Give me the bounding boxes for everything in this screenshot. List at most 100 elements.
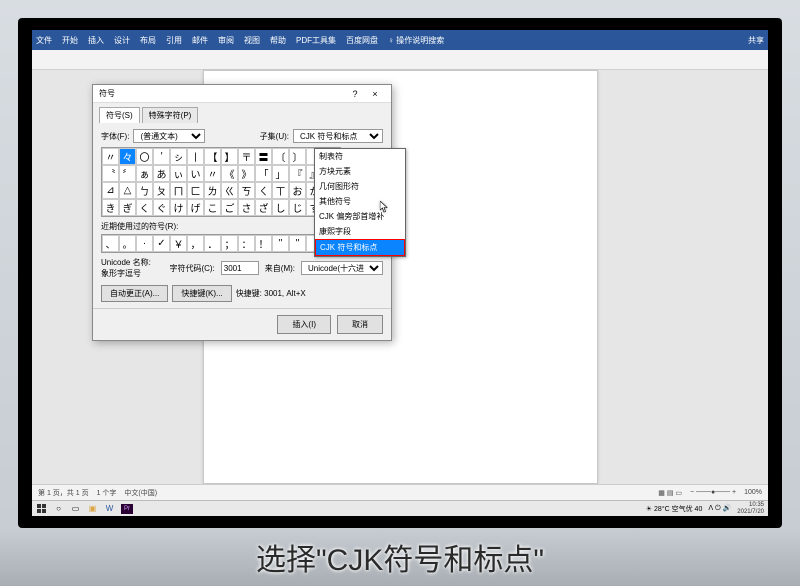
char-cell[interactable]: 〞 bbox=[119, 165, 136, 182]
char-cell[interactable]: 〃 bbox=[204, 165, 221, 182]
recent-char-cell[interactable]: " bbox=[272, 235, 289, 252]
ribbon-tab[interactable]: 邮件 bbox=[192, 35, 208, 46]
search-icon[interactable]: ○ bbox=[53, 503, 64, 514]
char-cell[interactable]: じ bbox=[289, 199, 306, 216]
dropdown-item[interactable]: 几何图形符 bbox=[315, 179, 405, 194]
ribbon-tab[interactable]: 布局 bbox=[140, 35, 156, 46]
zoom-slider[interactable]: − ───●─── + bbox=[690, 489, 736, 496]
char-cell[interactable]: ぐ bbox=[153, 199, 170, 216]
char-cell[interactable]: あ bbox=[153, 165, 170, 182]
char-cell[interactable]: ′ bbox=[153, 148, 170, 165]
char-cell[interactable]: 「 bbox=[255, 165, 272, 182]
char-cell[interactable]: ㄇ bbox=[170, 182, 187, 199]
char-cell[interactable]: ぁ bbox=[136, 165, 153, 182]
help-button[interactable]: ? bbox=[345, 89, 365, 99]
recent-char-cell[interactable]: · bbox=[136, 235, 153, 252]
recent-char-cell[interactable]: 、 bbox=[102, 235, 119, 252]
tab-special-chars[interactable]: 特殊字符(P) bbox=[142, 107, 199, 123]
char-cell[interactable]: 【 bbox=[204, 148, 221, 165]
character-grid[interactable]: 〃々〇′ㇱ丨【】〒〓〔〕〖〗〝〞ぁあぃい〃《》「」『』⊥⊿△ㄅㄆㄇㄈㄌㄍㄎㄑㄒお… bbox=[101, 147, 341, 217]
subset-dropdown[interactable]: 制表符 方块元素 几何图形符 其他符号 CJK 偏旁部首增补 康熙字段 CJK … bbox=[314, 148, 406, 257]
ribbon-tab[interactable]: 插入 bbox=[88, 35, 104, 46]
task-view-icon[interactable]: ▭ bbox=[70, 503, 81, 514]
char-cell[interactable]: ざ bbox=[255, 199, 272, 216]
char-cell[interactable]: 」 bbox=[272, 165, 289, 182]
premiere-icon[interactable]: Pr bbox=[121, 504, 133, 514]
char-cell[interactable]: 《 bbox=[221, 165, 238, 182]
dropdown-item-selected[interactable]: CJK 符号和标点 bbox=[315, 239, 405, 256]
char-cell[interactable]: げ bbox=[187, 199, 204, 216]
recent-char-cell[interactable]: ： bbox=[238, 235, 255, 252]
char-cell[interactable]: ご bbox=[221, 199, 238, 216]
zoom-level[interactable]: 100% bbox=[744, 489, 762, 496]
char-cell[interactable]: ぃ bbox=[170, 165, 187, 182]
char-cell[interactable]: き bbox=[102, 199, 119, 216]
char-cell[interactable]: 〓 bbox=[255, 148, 272, 165]
ribbon-tab[interactable]: 帮助 bbox=[270, 35, 286, 46]
dropdown-item[interactable]: 制表符 bbox=[315, 149, 405, 164]
recent-char-cell[interactable]: ✓ bbox=[153, 235, 170, 252]
shortcut-key-button[interactable]: 快捷键(K)... bbox=[172, 285, 231, 302]
char-cell[interactable]: 》 bbox=[238, 165, 255, 182]
char-cell[interactable]: 〔 bbox=[272, 148, 289, 165]
char-cell[interactable]: 丨 bbox=[187, 148, 204, 165]
cancel-button[interactable]: 取消 bbox=[337, 315, 383, 334]
ribbon-tab[interactable]: 引用 bbox=[166, 35, 182, 46]
font-select[interactable]: (普通文本) bbox=[133, 129, 205, 143]
char-cell[interactable]: ㄒ bbox=[272, 182, 289, 199]
char-cell[interactable]: 『 bbox=[289, 165, 306, 182]
ribbon-tab[interactable]: 文件 bbox=[36, 35, 52, 46]
tray-icons[interactable]: ᐱ ⏻ 🔊 bbox=[708, 504, 731, 513]
subset-select[interactable]: CJK 符号和标点 bbox=[293, 129, 383, 143]
recent-char-cell[interactable]: 。 bbox=[119, 235, 136, 252]
dropdown-item[interactable]: CJK 偏旁部首增补 bbox=[315, 209, 405, 224]
ribbon-tab[interactable]: 百度网盘 bbox=[346, 35, 378, 46]
recent-char-cell[interactable]: ． bbox=[204, 235, 221, 252]
char-cell[interactable]: け bbox=[170, 199, 187, 216]
char-cell[interactable]: ㄌ bbox=[204, 182, 221, 199]
char-cell[interactable]: ぎ bbox=[119, 199, 136, 216]
char-cell[interactable]: 〇 bbox=[136, 148, 153, 165]
ribbon-tab[interactable]: PDF工具集 bbox=[296, 35, 336, 46]
char-cell[interactable]: く bbox=[136, 199, 153, 216]
word-icon[interactable]: W bbox=[104, 503, 115, 514]
char-cell[interactable]: ㄎ bbox=[238, 182, 255, 199]
char-cell[interactable]: ㄈ bbox=[187, 182, 204, 199]
insert-button[interactable]: 插入(I) bbox=[277, 315, 331, 334]
char-cell[interactable]: ㄆ bbox=[153, 182, 170, 199]
tab-symbols[interactable]: 符号(S) bbox=[99, 107, 140, 123]
char-cell[interactable]: さ bbox=[238, 199, 255, 216]
char-cell[interactable]: 々 bbox=[119, 148, 136, 165]
start-button[interactable] bbox=[36, 503, 47, 514]
recent-char-cell[interactable]: " bbox=[289, 235, 306, 252]
recent-char-cell[interactable]: ； bbox=[221, 235, 238, 252]
char-cell[interactable]: い bbox=[187, 165, 204, 182]
char-code-input[interactable] bbox=[221, 261, 259, 275]
recent-char-cell[interactable]: ！ bbox=[255, 235, 272, 252]
char-cell[interactable]: ⊿ bbox=[102, 182, 119, 199]
char-cell[interactable]: ㄅ bbox=[136, 182, 153, 199]
share-button[interactable]: 共享 bbox=[748, 35, 764, 46]
clock[interactable]: 10:352021/7/20 bbox=[737, 502, 764, 515]
ribbon-tab[interactable]: 设计 bbox=[114, 35, 130, 46]
char-cell[interactable]: ㄍ bbox=[221, 182, 238, 199]
language-status[interactable]: 中文(中国) bbox=[124, 488, 157, 498]
from-select[interactable]: Unicode(十六进制) bbox=[301, 261, 383, 275]
char-cell[interactable]: △ bbox=[119, 182, 136, 199]
dropdown-item[interactable]: 其他符号 bbox=[315, 194, 405, 209]
dropdown-item[interactable]: 康熙字段 bbox=[315, 224, 405, 239]
recent-char-cell[interactable]: ， bbox=[187, 235, 204, 252]
view-buttons[interactable]: ▦ ▤ ▭ bbox=[658, 489, 682, 497]
char-cell[interactable]: 〝 bbox=[102, 165, 119, 182]
weather-widget[interactable]: ☀ 28°C 空气优 40 bbox=[646, 504, 703, 514]
char-cell[interactable]: 〕 bbox=[289, 148, 306, 165]
char-cell[interactable]: し bbox=[272, 199, 289, 216]
char-cell[interactable]: 〒 bbox=[238, 148, 255, 165]
autocorrect-button[interactable]: 自动更正(A)... bbox=[101, 285, 168, 302]
close-button[interactable]: × bbox=[365, 89, 385, 99]
tell-me[interactable]: ♀ 操作说明搜索 bbox=[388, 35, 444, 46]
ribbon-tab[interactable]: 视图 bbox=[244, 35, 260, 46]
explorer-icon[interactable]: ▣ bbox=[87, 503, 98, 514]
char-cell[interactable]: 〃 bbox=[102, 148, 119, 165]
char-cell[interactable]: 】 bbox=[221, 148, 238, 165]
